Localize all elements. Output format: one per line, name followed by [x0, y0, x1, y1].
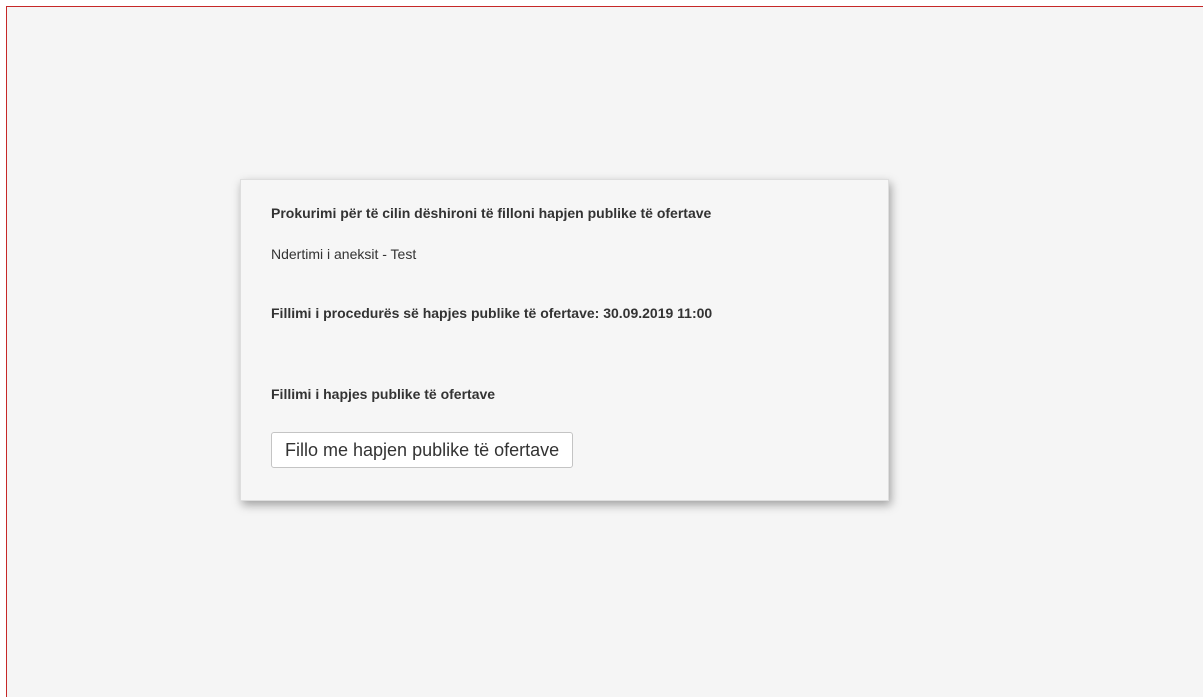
procedure-start-label: Fillimi i procedurës së hapjes publike t… [271, 305, 713, 321]
procurement-name: Ndertimi i aneksit - Test [271, 246, 417, 262]
start-public-opening-button[interactable]: Fillo me hapjen publike të ofertave [271, 432, 574, 468]
public-opening-panel: Prokurimi për të cilin dëshironi të fill… [240, 179, 889, 501]
page-frame: Prokurimi për të cilin dëshironi të fill… [6, 6, 1203, 697]
procurement-label: Prokurimi për të cilin dëshironi të fill… [271, 205, 712, 221]
opening-heading: Fillimi i hapjes publike të ofertave [271, 386, 496, 402]
